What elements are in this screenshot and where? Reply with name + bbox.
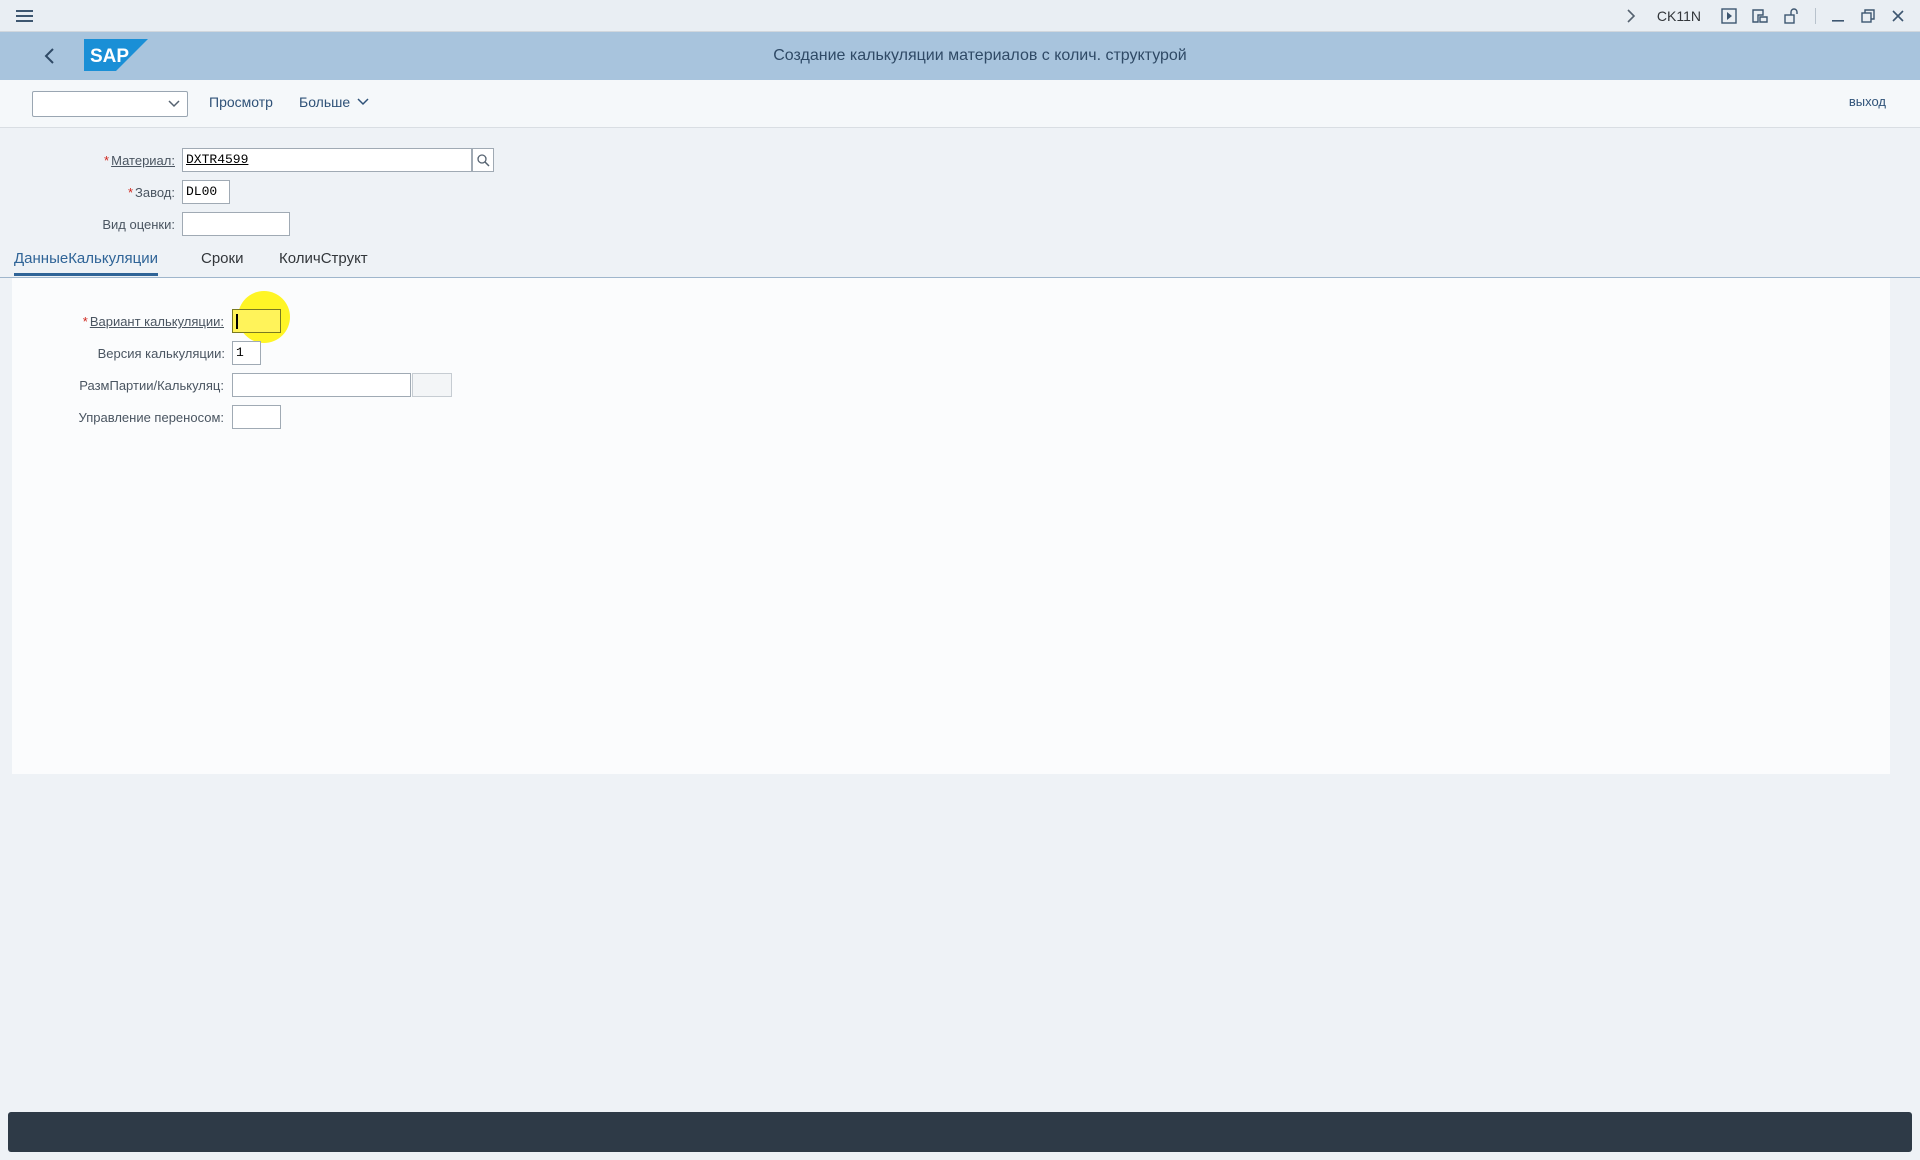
transfer-control-input[interactable] (232, 405, 281, 429)
search-icon (476, 153, 490, 167)
transfer-control-label: Управление переносом: (78, 410, 224, 425)
exit-button[interactable]: выход (1849, 94, 1886, 109)
tab-dates[interactable]: Сроки (201, 250, 243, 273)
page-title: Создание калькуляции материалов с колич.… (773, 47, 1187, 64)
svg-text:SAP: SAP (90, 46, 129, 67)
execute-icon[interactable] (1721, 8, 1737, 24)
more-button-label: Больше (299, 94, 351, 110)
lot-size-input[interactable] (232, 373, 411, 397)
tab-panel (12, 278, 1890, 774)
variant-select[interactable] (32, 91, 188, 117)
application-toolbar: Просмотр Больше выход (0, 80, 1920, 128)
system-bar: CK11N (0, 0, 1920, 32)
close-icon[interactable] (1890, 8, 1906, 24)
transaction-code: CK11N (1656, 8, 1701, 24)
material-label: * Материал: (104, 153, 175, 168)
chevron-right-icon[interactable] (1625, 9, 1637, 23)
menu-icon[interactable] (14, 7, 36, 25)
layout-icon[interactable] (1751, 8, 1769, 24)
toolbar-divider (1815, 8, 1816, 24)
valuation-type-label: Вид оценки: (102, 217, 175, 232)
valuation-type-input[interactable] (182, 212, 290, 236)
maximize-icon[interactable] (1860, 8, 1876, 24)
value-help-button[interactable] (472, 148, 494, 172)
status-bar (8, 1112, 1912, 1152)
material-input[interactable]: DXTR4599 (182, 148, 472, 172)
tab-quantity-structure[interactable]: КоличСтрукт (279, 250, 368, 273)
text-cursor (236, 314, 238, 329)
required-marker: * (104, 153, 110, 168)
plant-input[interactable]: DL00 (182, 180, 230, 204)
required-marker: * (82, 314, 88, 329)
lock-icon[interactable] (1783, 8, 1801, 24)
tab-strip: ДанныеКалькуляции Сроки КоличСтрукт (0, 244, 1920, 278)
lot-size-label: РазмПартии/Калькуляц: (79, 378, 224, 393)
shell-header: SAP Создание калькуляции материалов с ко… (0, 32, 1920, 80)
view-button[interactable]: Просмотр (209, 94, 273, 110)
plant-label: * Завод: (127, 185, 175, 200)
sap-logo: SAP (84, 39, 148, 71)
lot-size-unit-field (412, 373, 452, 397)
costing-variant-label: * Вариант калькуляции: (82, 314, 224, 329)
costing-version-label: Версия калькуляции: (97, 346, 225, 361)
costing-variant-input[interactable] (232, 309, 281, 333)
back-icon[interactable] (38, 44, 62, 68)
tab-costing-data[interactable]: ДанныеКалькуляции (14, 250, 158, 276)
chevron-down-icon (167, 98, 181, 110)
minimize-icon[interactable] (1830, 8, 1846, 24)
required-marker: * (127, 185, 134, 200)
costing-version-input[interactable]: 1 (232, 341, 261, 365)
chevron-down-icon (356, 96, 370, 108)
more-button[interactable]: Больше (299, 94, 370, 110)
